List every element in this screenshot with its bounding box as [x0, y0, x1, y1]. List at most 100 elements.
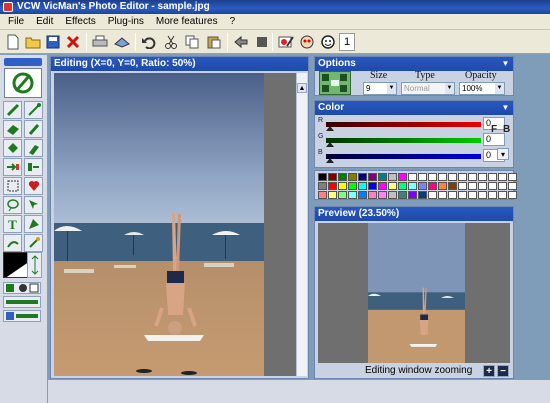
undo-icon[interactable] [139, 32, 159, 52]
preview-area[interactable] [318, 223, 510, 363]
stamp-tool-icon[interactable] [24, 158, 43, 176]
swap-colors-icon[interactable] [27, 252, 42, 278]
palette-swatch[interactable] [318, 173, 327, 181]
zoom-in-button[interactable]: + [483, 365, 495, 377]
line-tool-icon[interactable] [24, 101, 43, 119]
palette-swatch[interactable] [508, 173, 517, 181]
palette-swatch[interactable] [318, 191, 327, 199]
palette-swatch[interactable] [388, 191, 397, 199]
palette-swatch[interactable] [368, 191, 377, 199]
palette-swatch[interactable] [318, 182, 327, 190]
background-label[interactable]: B [503, 124, 510, 135]
menu-more-features[interactable]: More features [150, 16, 224, 27]
palette-swatch[interactable] [378, 191, 387, 199]
cut-icon[interactable] [161, 32, 181, 52]
palette-swatch[interactable] [478, 173, 487, 181]
palette-swatch[interactable] [448, 182, 457, 190]
palette-swatch[interactable] [508, 191, 517, 199]
palette-swatch[interactable] [468, 182, 477, 190]
menu-file[interactable]: File [2, 16, 30, 27]
red-track[interactable] [326, 122, 481, 127]
size-select[interactable]: 9 ▼ [363, 82, 397, 95]
menu-help[interactable]: ? [224, 16, 242, 27]
palette-swatch[interactable] [438, 191, 447, 199]
palette-swatch[interactable] [348, 182, 357, 190]
palette-swatch[interactable] [378, 182, 387, 190]
foreground-label[interactable]: F [491, 124, 497, 135]
menu-effects[interactable]: Effects [59, 16, 101, 27]
palette-swatch[interactable] [418, 191, 427, 199]
print-icon[interactable] [90, 32, 110, 52]
copy-icon[interactable] [182, 32, 202, 52]
palette-swatch[interactable] [348, 191, 357, 199]
scroll-up-arrow-icon[interactable]: ▲ [297, 83, 307, 93]
palette-swatch[interactable] [398, 173, 407, 181]
green-track[interactable] [326, 138, 481, 143]
scan-icon[interactable] [112, 32, 132, 52]
palette-swatch[interactable] [478, 182, 487, 190]
palette-swatch[interactable] [338, 173, 347, 181]
palette-swatch[interactable] [488, 182, 497, 190]
palette-swatch[interactable] [338, 182, 347, 190]
blue-thumb[interactable] [326, 158, 334, 163]
palette-swatch[interactable] [438, 173, 447, 181]
palette-swatch[interactable] [448, 173, 457, 181]
menu-edit[interactable]: Edit [30, 16, 59, 27]
palette-swatch[interactable] [328, 182, 337, 190]
palette-swatch[interactable] [498, 182, 507, 190]
vertical-scrollbar[interactable]: ▲ [296, 73, 307, 376]
palette-swatch[interactable] [348, 173, 357, 181]
palette-swatch[interactable] [458, 182, 467, 190]
palette-swatch[interactable] [418, 182, 427, 190]
canvas-area[interactable] [54, 73, 296, 376]
picker-tool-icon[interactable] [24, 234, 43, 252]
palette-swatch[interactable] [408, 173, 417, 181]
palette-swatch[interactable] [358, 173, 367, 181]
palette-swatch[interactable] [468, 173, 477, 181]
eraser-tool-icon[interactable] [3, 120, 22, 138]
palette-swatch[interactable] [328, 191, 337, 199]
palette-swatch[interactable] [468, 191, 477, 199]
palette-swatch[interactable] [388, 173, 397, 181]
palette-swatch[interactable] [448, 191, 457, 199]
palette-swatch[interactable] [508, 182, 517, 190]
blue-slider[interactable]: B 0 [318, 149, 514, 163]
redeye-icon[interactable] [297, 32, 317, 52]
paint-icon[interactable] [276, 32, 296, 52]
mode-toggle-icon[interactable] [3, 282, 41, 294]
shape-tool-icon[interactable] [24, 215, 43, 233]
palette-swatch[interactable] [428, 182, 437, 190]
palette-swatch[interactable] [458, 173, 467, 181]
clone-tool-icon[interactable] [3, 158, 22, 176]
palette-swatch[interactable] [368, 182, 377, 190]
palette-swatch[interactable] [368, 173, 377, 181]
palette-swatch[interactable] [428, 191, 437, 199]
palette-swatch[interactable] [428, 173, 437, 181]
zoom-out-button[interactable]: − [497, 365, 509, 377]
pattern-tool-icon[interactable] [3, 310, 41, 322]
palette-swatch[interactable] [458, 191, 467, 199]
green-thumb[interactable] [326, 142, 334, 147]
opacity-select[interactable]: 100% ▼ [459, 82, 505, 95]
paste-icon[interactable] [204, 32, 224, 52]
blue-track[interactable] [326, 154, 481, 159]
palette-swatch[interactable] [358, 182, 367, 190]
new-icon[interactable] [3, 32, 23, 52]
smudge-tool-icon[interactable] [3, 234, 22, 252]
lasso-tool-icon[interactable] [3, 196, 22, 214]
palette-swatch[interactable] [398, 191, 407, 199]
palette-swatch[interactable] [418, 173, 427, 181]
palette-swatch[interactable] [478, 191, 487, 199]
palette-swatch[interactable] [488, 173, 497, 181]
palette-swatch[interactable] [438, 182, 447, 190]
close-icon[interactable] [63, 32, 83, 52]
preview-thumbnail[interactable] [368, 223, 465, 363]
brush-mode-icon[interactable] [319, 71, 351, 95]
text-tool-icon[interactable]: T [3, 215, 22, 233]
palette-swatch[interactable] [388, 182, 397, 190]
palette-swatch[interactable] [398, 182, 407, 190]
menu-plugins[interactable]: Plug-ins [102, 16, 150, 27]
palette-swatch[interactable] [498, 173, 507, 181]
collapse-icon[interactable]: ▼ [501, 103, 510, 112]
gradient-tool-icon[interactable] [3, 296, 41, 308]
